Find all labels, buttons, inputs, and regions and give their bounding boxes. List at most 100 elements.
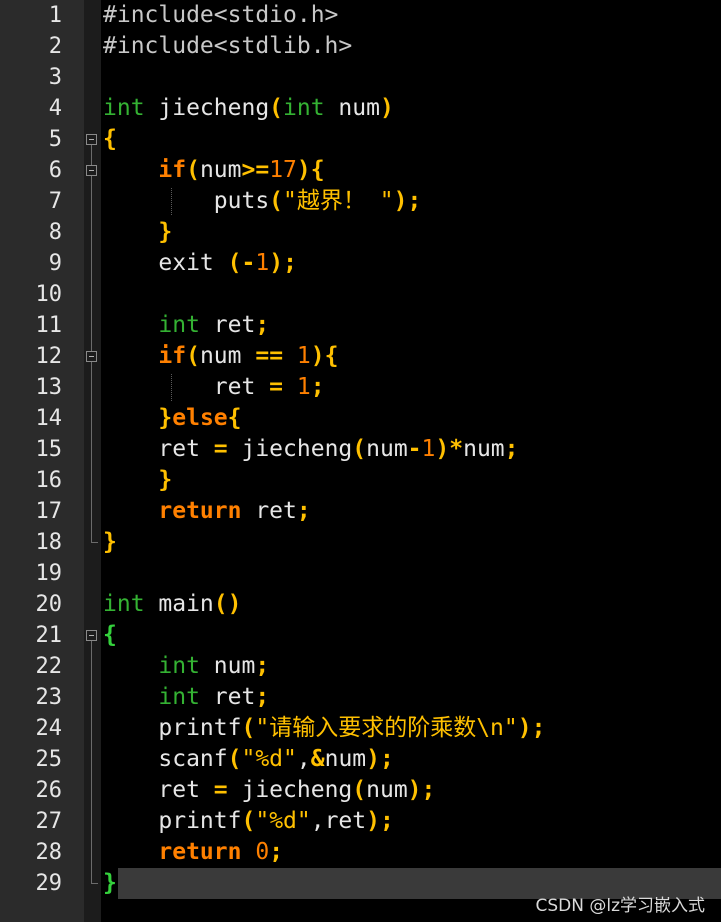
token-paren: ( (241, 808, 256, 834)
token-brace: } (103, 529, 117, 555)
code-line[interactable]: 18} (0, 527, 721, 558)
token-paren: ) (366, 746, 380, 772)
code-text[interactable]: scanf("%d",&num); (103, 744, 393, 775)
code-text[interactable]: if(num == 1){ (103, 341, 338, 372)
code-text[interactable]: int main() (103, 589, 242, 620)
code-line[interactable]: 28 return 0; (0, 837, 721, 868)
code-text[interactable]: { (103, 620, 117, 651)
code-text[interactable]: if(num>=17){ (103, 155, 324, 186)
token-paren: ( (186, 343, 200, 369)
code-line[interactable]: 19 (0, 558, 721, 589)
code-text[interactable]: } (103, 868, 117, 899)
code-line[interactable]: 15 ret = jiecheng(num-1)*num; (0, 434, 721, 465)
code-line[interactable]: 26 ret = jiecheng(num); (0, 775, 721, 806)
token-plain: num (366, 777, 408, 803)
token-paren: ) (310, 343, 325, 369)
fold-guide-line (91, 145, 92, 542)
code-line[interactable]: 6 if(num>=17){ (0, 155, 721, 186)
token-brace-g: } (103, 870, 117, 896)
code-text[interactable]: } (103, 217, 172, 248)
token-paren: ) (269, 250, 284, 276)
line-number: 20 (35, 592, 63, 617)
code-line[interactable]: 14 }else{ (0, 403, 721, 434)
token-paren: ( (227, 746, 242, 772)
token-brace: { (227, 405, 242, 431)
line-number: 22 (35, 654, 63, 679)
code-line[interactable]: 4 int jiecheng(int num) (0, 93, 721, 124)
fold-toggle-icon[interactable] (86, 165, 97, 176)
line-number: 2 (48, 34, 62, 59)
line-number: 3 (48, 65, 62, 90)
code-line[interactable]: 27 printf("%d",ret); (0, 806, 721, 837)
code-line[interactable]: 1 #include<stdio.h> (0, 0, 721, 31)
code-line[interactable]: 2 #include<stdlib.h> (0, 31, 721, 62)
token-num: 1 (255, 250, 270, 276)
token-plain: num (199, 343, 256, 369)
code-text[interactable]: return ret; (103, 496, 310, 527)
code-text[interactable]: ret = jiecheng(num-1)*num; (103, 434, 518, 465)
line-number: 4 (48, 96, 62, 121)
code-text[interactable]: #include<stdlib.h> (103, 31, 352, 62)
token-num: 17 (269, 157, 297, 183)
code-line[interactable]: 25 scanf("%d",&num); (0, 744, 721, 775)
code-text[interactable]: int num; (103, 651, 269, 682)
token-plain: ret (199, 312, 256, 338)
token-paren: ( (227, 250, 242, 276)
token-op: ; (421, 777, 436, 803)
fold-toggle-icon[interactable] (86, 630, 97, 641)
code-line[interactable]: 8 } (0, 217, 721, 248)
code-line[interactable]: 20 int main() (0, 589, 721, 620)
code-line[interactable]: 12 if(num == 1){ (0, 341, 721, 372)
code-line[interactable]: 9 exit (-1); (0, 248, 721, 279)
code-text[interactable]: } (103, 465, 172, 496)
code-text[interactable]: }else{ (103, 403, 242, 434)
code-text[interactable]: printf("%d",ret); (103, 806, 393, 837)
token-op: - (241, 250, 256, 276)
code-text[interactable]: printf("请输入要求的阶乘数\n"); (103, 713, 545, 744)
code-line[interactable]: 24 printf("请输入要求的阶乘数\n"); (0, 713, 721, 744)
indent-guide (171, 374, 173, 401)
token-op: ; (310, 374, 325, 400)
token-paren: ( (269, 95, 284, 121)
code-line[interactable]: 16 } (0, 465, 721, 496)
code-text[interactable]: return 0; (103, 837, 283, 868)
code-text[interactable]: ret = 1; (103, 372, 325, 403)
code-line[interactable]: 22 int num; (0, 651, 721, 682)
line-number: 18 (35, 530, 63, 555)
token-plain: num (366, 436, 408, 462)
code-text[interactable]: { (103, 124, 117, 155)
code-text[interactable]: #include<stdio.h> (103, 0, 338, 31)
line-number: 19 (35, 561, 63, 586)
code-text[interactable]: } (103, 527, 117, 558)
code-line[interactable]: 21 { (0, 620, 721, 651)
code-text[interactable]: int ret; (103, 310, 269, 341)
token-type: int (158, 312, 200, 338)
code-text[interactable]: int jiecheng(int num) (103, 93, 394, 124)
token-op: ; (407, 188, 422, 214)
line-number: 28 (35, 840, 63, 865)
fold-guide-line (91, 641, 92, 883)
code-line[interactable]: 11 int ret; (0, 310, 721, 341)
code-text[interactable]: exit (-1); (103, 248, 297, 279)
code-editor[interactable]: 1 #include<stdio.h> 2 #include<stdlib.h> 3 4 i… (0, 0, 721, 922)
code-line[interactable]: 10 (0, 279, 721, 310)
fold-toggle-icon[interactable] (86, 351, 97, 362)
token-type: int (158, 684, 200, 710)
fold-toggle-icon[interactable] (86, 134, 97, 145)
code-line[interactable]: 3 (0, 62, 721, 93)
code-line[interactable]: 5{ (0, 124, 721, 155)
line-number: 5 (48, 127, 62, 152)
code-line[interactable]: 23 int ret; (0, 682, 721, 713)
code-line[interactable]: 7 puts("越界！ "); (0, 186, 721, 217)
token-brace: { (324, 343, 339, 369)
code-line[interactable]: 13 ret = 1; (0, 372, 721, 403)
code-text[interactable]: puts("越界！ "); (103, 186, 422, 217)
token-plain: printf (103, 808, 242, 834)
code-text[interactable]: ret = jiecheng(num); (103, 775, 435, 806)
code-line[interactable]: 17 return ret; (0, 496, 721, 527)
code-text[interactable]: int ret; (103, 682, 269, 713)
